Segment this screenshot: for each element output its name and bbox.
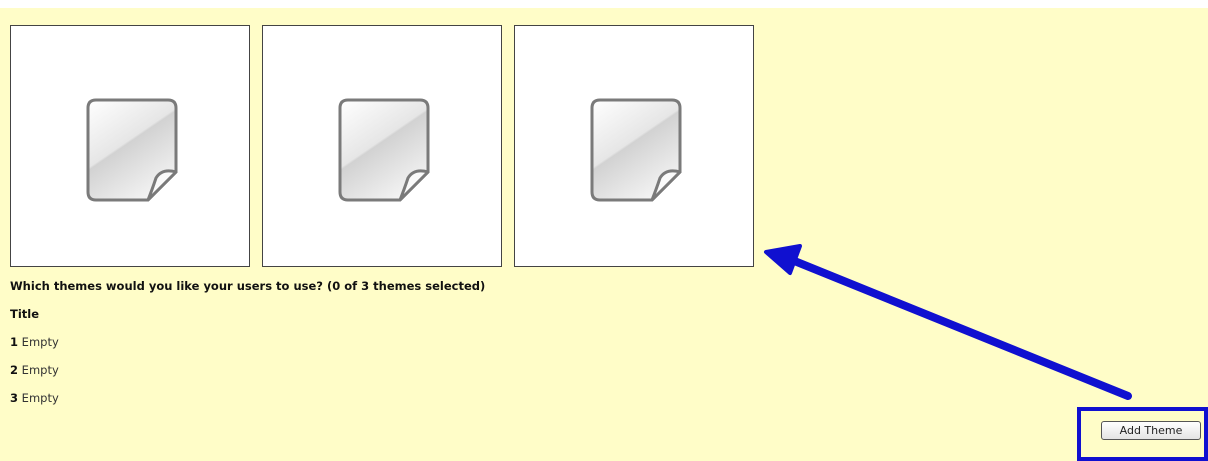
theme-slot-number: 3 xyxy=(10,391,19,405)
theme-selection-question: Which themes would you like your users t… xyxy=(10,279,486,293)
blank-document-icon xyxy=(590,98,682,202)
theme-slot-value: Empty xyxy=(21,335,59,349)
theme-slot-number: 2 xyxy=(10,363,19,377)
theme-slot-value: Empty xyxy=(21,391,59,405)
blank-document-icon xyxy=(338,98,430,202)
blank-document-icon xyxy=(86,98,178,202)
theme-slot: 3 Empty xyxy=(10,391,59,405)
title-column-header: Title xyxy=(10,307,40,321)
add-theme-button[interactable]: Add Theme xyxy=(1101,421,1201,440)
theme-thumbnail-1[interactable] xyxy=(10,25,250,267)
theme-thumbnail-3[interactable] xyxy=(514,25,754,267)
theme-thumbnail-2[interactable] xyxy=(262,25,502,267)
theme-slot: 1 Empty xyxy=(10,335,59,349)
themes-panel xyxy=(0,8,1208,461)
theme-slot: 2 Empty xyxy=(10,363,59,377)
theme-slot-number: 1 xyxy=(10,335,19,349)
theme-slot-value: Empty xyxy=(21,363,59,377)
